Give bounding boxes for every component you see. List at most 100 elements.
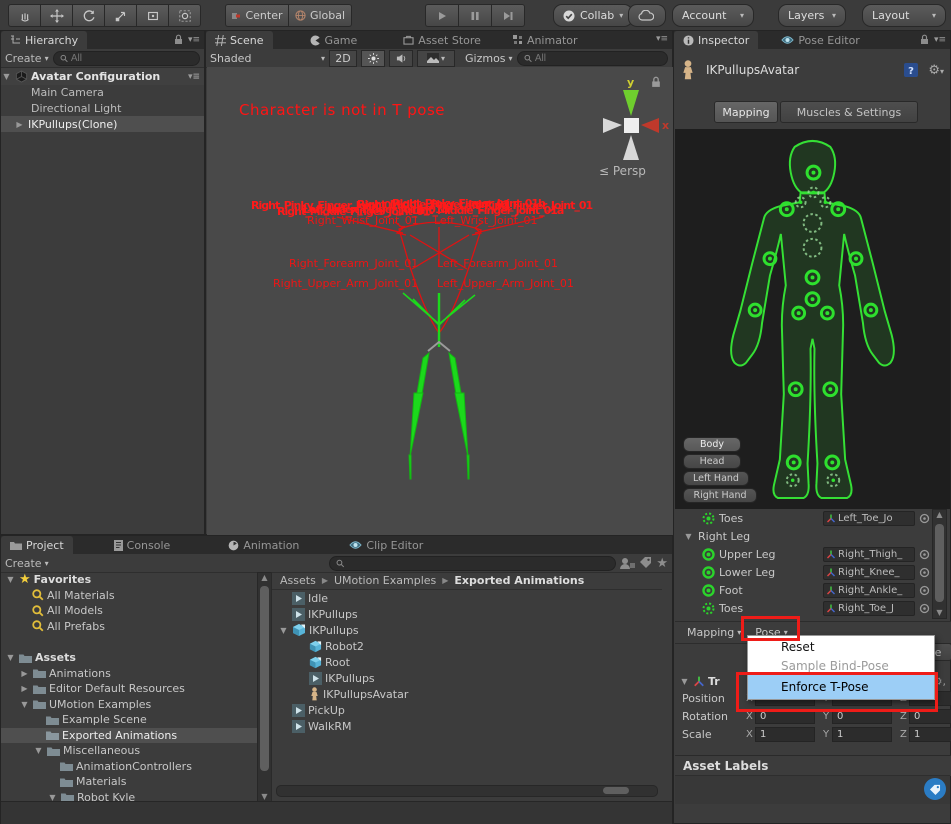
tree-umotion-examples[interactable]: ▼ UMotion Examples xyxy=(1,697,257,713)
tab-console[interactable]: Console xyxy=(105,536,180,554)
pause-button[interactable] xyxy=(459,4,492,27)
foldout-open-icon[interactable]: ▼ xyxy=(683,532,694,541)
rect-tool-button[interactable] xyxy=(137,4,169,27)
effects-dropdown[interactable]: ▾ xyxy=(417,50,455,67)
lighting-toggle[interactable] xyxy=(361,50,385,67)
right-hand-button[interactable]: Right Hand xyxy=(683,488,757,503)
foldout-open-icon[interactable]: ▼ xyxy=(1,72,12,81)
head-button[interactable]: Head xyxy=(683,454,741,469)
move-tool-button[interactable] xyxy=(41,4,73,27)
tab-hierarchy[interactable]: Hierarchy xyxy=(1,31,87,49)
bone-row-upper-leg[interactable]: Upper Leg Right_Thigh_ xyxy=(675,545,930,563)
scrollbar-thumb[interactable] xyxy=(935,524,944,602)
help-icon[interactable]: ? xyxy=(904,63,918,77)
orientation-gizmo[interactable]: y x ≤ Persp xyxy=(595,72,670,212)
scene-header-row[interactable]: ▼ Avatar Configuration ▾≡ xyxy=(1,68,204,85)
file-ikpullups-model[interactable]: ▼ IKPullups xyxy=(272,622,662,638)
rotate-tool-button[interactable] xyxy=(73,4,105,27)
tree-materials[interactable]: Materials xyxy=(1,774,257,790)
bone-list-scrollbar[interactable]: ▲ ▼ xyxy=(932,509,947,619)
audio-toggle[interactable] xyxy=(389,50,413,67)
layers-dropdown[interactable]: Layers ▾ xyxy=(778,4,846,27)
lock-icon[interactable] xyxy=(174,34,183,45)
bone-row-lower-leg[interactable]: Lower Leg Right_Knee_ xyxy=(675,563,930,581)
file-ikpullupsavatar[interactable]: IKPullupsAvatar xyxy=(272,686,662,702)
object-picker-icon[interactable] xyxy=(919,549,930,560)
tree-exported-animations[interactable]: Exported Animations xyxy=(1,728,257,744)
asset-labels-header[interactable]: Asset Labels xyxy=(675,755,951,776)
bone-row-toes-right[interactable]: Toes Right_Toe_J xyxy=(675,599,930,617)
project-search[interactable] xyxy=(329,556,616,571)
rotation-x-field[interactable]: 0 xyxy=(755,709,815,724)
file-walkrm[interactable]: WalkRM xyxy=(272,718,662,734)
panel-menu-icon[interactable]: ▾≡ xyxy=(934,35,946,45)
file-pickup[interactable]: PickUp xyxy=(272,702,662,718)
foldout-open-icon[interactable]: ▼ xyxy=(5,653,16,662)
step-button[interactable] xyxy=(492,4,525,27)
pivot-center-button[interactable]: Center xyxy=(225,4,289,27)
pivot-global-button[interactable]: Global xyxy=(289,4,352,27)
bone-object-field[interactable]: Left_Toe_Jo xyxy=(823,511,915,526)
menu-item-reset[interactable]: Reset xyxy=(748,636,934,657)
play-button[interactable] xyxy=(425,4,459,27)
cloud-button[interactable] xyxy=(628,4,666,27)
scroll-up-icon[interactable]: ▲ xyxy=(258,573,271,583)
bone-object-field[interactable]: Right_Ankle_ xyxy=(823,583,915,598)
tree-all-prefabs[interactable]: All Prefabs xyxy=(1,619,257,635)
scene-menu-icon[interactable]: ▾≡ xyxy=(188,72,200,82)
object-picker-icon[interactable] xyxy=(919,567,930,578)
bone-row-toes-left[interactable]: Toes Left_Toe_Jo xyxy=(675,509,930,527)
left-hand-button[interactable]: Left Hand xyxy=(683,471,749,486)
foldout-open-icon[interactable]: ▼ xyxy=(679,677,690,686)
avatar-mapping-diagram[interactable]: Body Head Left Hand Right Hand xyxy=(675,129,950,509)
lock-icon[interactable] xyxy=(920,34,929,45)
tab-clip-editor[interactable]: Clip Editor xyxy=(340,536,432,554)
breadcrumb-umotion-examples[interactable]: UMotion Examples xyxy=(334,574,436,587)
file-ikpullups-clip[interactable]: IKPullups xyxy=(272,606,662,622)
label-tag-button[interactable] xyxy=(924,778,946,800)
foldout-open-icon[interactable]: ▼ xyxy=(19,700,30,709)
gizmo-projection[interactable]: ≤ Persp xyxy=(599,164,646,178)
tree-editor-default-resources[interactable]: ▶ Editor Default Resources xyxy=(1,681,257,697)
scale-x-field[interactable]: 1 xyxy=(755,727,815,742)
tab-animation[interactable]: Animation xyxy=(219,536,308,554)
bone-row-foot[interactable]: Foot Right_Ankle_ xyxy=(675,581,930,599)
account-dropdown[interactable]: Account ▾ xyxy=(672,4,754,27)
hierarchy-item-ikpullups-clone[interactable]: ▶ IKPullups(Clone) xyxy=(1,116,204,132)
tree-example-scene[interactable]: Example Scene xyxy=(1,712,257,728)
tab-animator[interactable]: Animator xyxy=(504,31,587,49)
panel-menu-icon[interactable]: ▾≡ xyxy=(188,35,200,45)
hand-tool-button[interactable] xyxy=(8,4,41,27)
panel-menu-icon[interactable]: ▾≡ xyxy=(656,34,668,44)
rotation-z-field[interactable]: 0 xyxy=(909,709,951,724)
bone-object-field[interactable]: Right_Thigh_ xyxy=(823,547,915,562)
object-picker-icon[interactable] xyxy=(919,585,930,596)
mapping-menu-button[interactable]: Mapping▾ xyxy=(687,626,741,639)
file-ikpullups-child-clip[interactable]: IKPullups xyxy=(272,670,662,686)
shading-dropdown[interactable]: Shaded ▾ xyxy=(210,52,325,65)
tab-inspector[interactable]: Inspector xyxy=(674,31,758,49)
transform-tool-button[interactable] xyxy=(169,4,201,27)
foldout-open-icon[interactable]: ▼ xyxy=(278,626,289,635)
project-search-input[interactable] xyxy=(348,558,609,569)
favorite-search-icon[interactable]: ★ xyxy=(656,556,668,571)
tab-scene[interactable]: Scene xyxy=(206,31,273,49)
search-by-label-icon[interactable] xyxy=(639,557,652,569)
tab-mapping[interactable]: Mapping xyxy=(714,101,778,123)
tree-robot-kyle[interactable]: ▼ Robot Kyle xyxy=(1,790,257,802)
layout-dropdown[interactable]: Layout ▾ xyxy=(862,4,946,27)
2d-toggle[interactable]: 2D xyxy=(329,50,357,67)
scroll-up-icon[interactable]: ▲ xyxy=(933,510,946,520)
tab-project[interactable]: Project xyxy=(1,536,73,554)
object-picker-icon[interactable] xyxy=(919,513,930,524)
rotation-y-field[interactable]: 0 xyxy=(832,709,892,724)
bone-foldout-right-leg[interactable]: ▼ Right Leg xyxy=(675,527,930,545)
foldout-open-icon[interactable]: ▼ xyxy=(5,575,16,584)
scroll-down-icon[interactable]: ▼ xyxy=(933,608,946,618)
bone-object-field[interactable]: Right_Knee_ xyxy=(823,565,915,580)
hierarchy-search[interactable] xyxy=(53,51,200,66)
tree-all-models[interactable]: All Models xyxy=(1,603,257,619)
tab-asset-store[interactable]: Asset Store xyxy=(394,31,490,49)
hierarchy-create-button[interactable]: Create ▾ xyxy=(5,52,49,65)
object-picker-icon[interactable] xyxy=(919,603,930,614)
